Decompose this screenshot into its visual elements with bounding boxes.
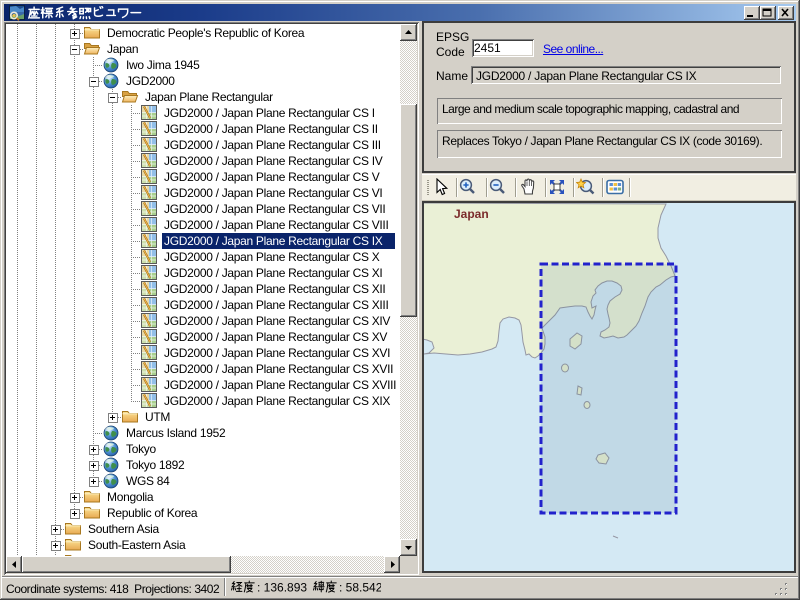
svg-text:JGD2000: JGD2000: [126, 74, 175, 88]
svg-text:JGD2000 / Japan Plane Rectangu: JGD2000 / Japan Plane Rectangular CS V: [164, 170, 380, 184]
svg-text:Japan: Japan: [107, 42, 138, 56]
svg-text:JGD2000 / Japan Plane Rectangu: JGD2000 / Japan Plane Rectangular CS XI: [164, 266, 382, 280]
svg-text:WGS 84: WGS 84: [126, 474, 170, 488]
svg-text:UTM: UTM: [145, 410, 170, 424]
svg-text:JGD2000 / Japan Plane Rectangu: JGD2000 / Japan Plane Rectangular CS I: [164, 106, 375, 120]
svg-text:Republic of Korea: Republic of Korea: [107, 506, 198, 520]
svg-text:JGD2000 / Japan Plane Rectangu: JGD2000 / Japan Plane Rectangular CS III: [164, 138, 381, 152]
svg-text:Marcus Island 1952: Marcus Island 1952: [126, 426, 226, 440]
svg-text:South-Eastern Asia: South-Eastern Asia: [88, 538, 186, 552]
svg-text:Japan Plane Rectangular: Japan Plane Rectangular: [145, 90, 273, 104]
svg-text:JGD2000 / Japan Plane Rectangu: JGD2000 / Japan Plane Rectangular CS IX: [164, 234, 383, 248]
svg-text:Mongolia: Mongolia: [107, 490, 154, 504]
svg-text:JGD2000 / Japan Plane Rectangu: JGD2000 / Japan Plane Rectangular CS XV: [164, 330, 387, 344]
svg-text:Democratic People's Republic o: Democratic People's Republic of Korea: [107, 26, 305, 40]
svg-text:: 58.542: : 58.542: [339, 581, 381, 595]
svg-text:JGD2000 / Japan Plane Rectangu: JGD2000 / Japan Plane Rectangular CS II: [164, 122, 378, 136]
svg-text:JGD2000 / Japan Plane Rectangu: JGD2000 / Japan Plane Rectangular CS XIX: [164, 394, 390, 408]
svg-text:Southern Asia: Southern Asia: [88, 522, 159, 536]
svg-text:: 136.893: : 136.893: [257, 581, 307, 595]
svg-text:Iwo Jima 1945: Iwo Jima 1945: [126, 58, 200, 72]
svg-text:Japan: Japan: [454, 207, 489, 221]
svg-text:Tokyo 1892: Tokyo 1892: [126, 458, 185, 472]
svg-text:JGD2000 / Japan Plane Rectangu: JGD2000 / Japan Plane Rectangular CS X: [164, 250, 380, 264]
svg-text:JGD2000 / Japan Plane Rectangu: JGD2000 / Japan Plane Rectangular CS XVI: [164, 346, 390, 360]
svg-text:Tokyo: Tokyo: [126, 442, 156, 456]
svg-text:JGD2000 / Japan Plane Rectangu: JGD2000 / Japan Plane Rectangular CS VI: [164, 186, 382, 200]
svg-text:JGD2000 / Japan Plane Rectangu: JGD2000 / Japan Plane Rectangular CS XVI…: [164, 378, 396, 392]
svg-text:JGD2000 / Japan Plane Rectangu: JGD2000 / Japan Plane Rectangular CS VII: [164, 202, 385, 216]
svg-text:JGD2000 / Japan Plane Rectangu: JGD2000 / Japan Plane Rectangular CS XII…: [164, 298, 389, 312]
svg-text:JGD2000 / Japan Plane Rectangu: JGD2000 / Japan Plane Rectangular CS XII: [164, 282, 385, 296]
svg-text:JGD2000 / Japan Plane Rectangu: JGD2000 / Japan Plane Rectangular CS IV: [164, 154, 383, 168]
svg-text:JGD2000 / Japan Plane Rectangu: JGD2000 / Japan Plane Rectangular CS XVI…: [164, 362, 393, 376]
svg-text:JGD2000 / Japan Plane Rectangu: JGD2000 / Japan Plane Rectangular CS VII…: [164, 218, 389, 232]
svg-text:JGD2000 / Japan Plane Rectangu: JGD2000 / Japan Plane Rectangular CS XIV: [164, 314, 390, 328]
